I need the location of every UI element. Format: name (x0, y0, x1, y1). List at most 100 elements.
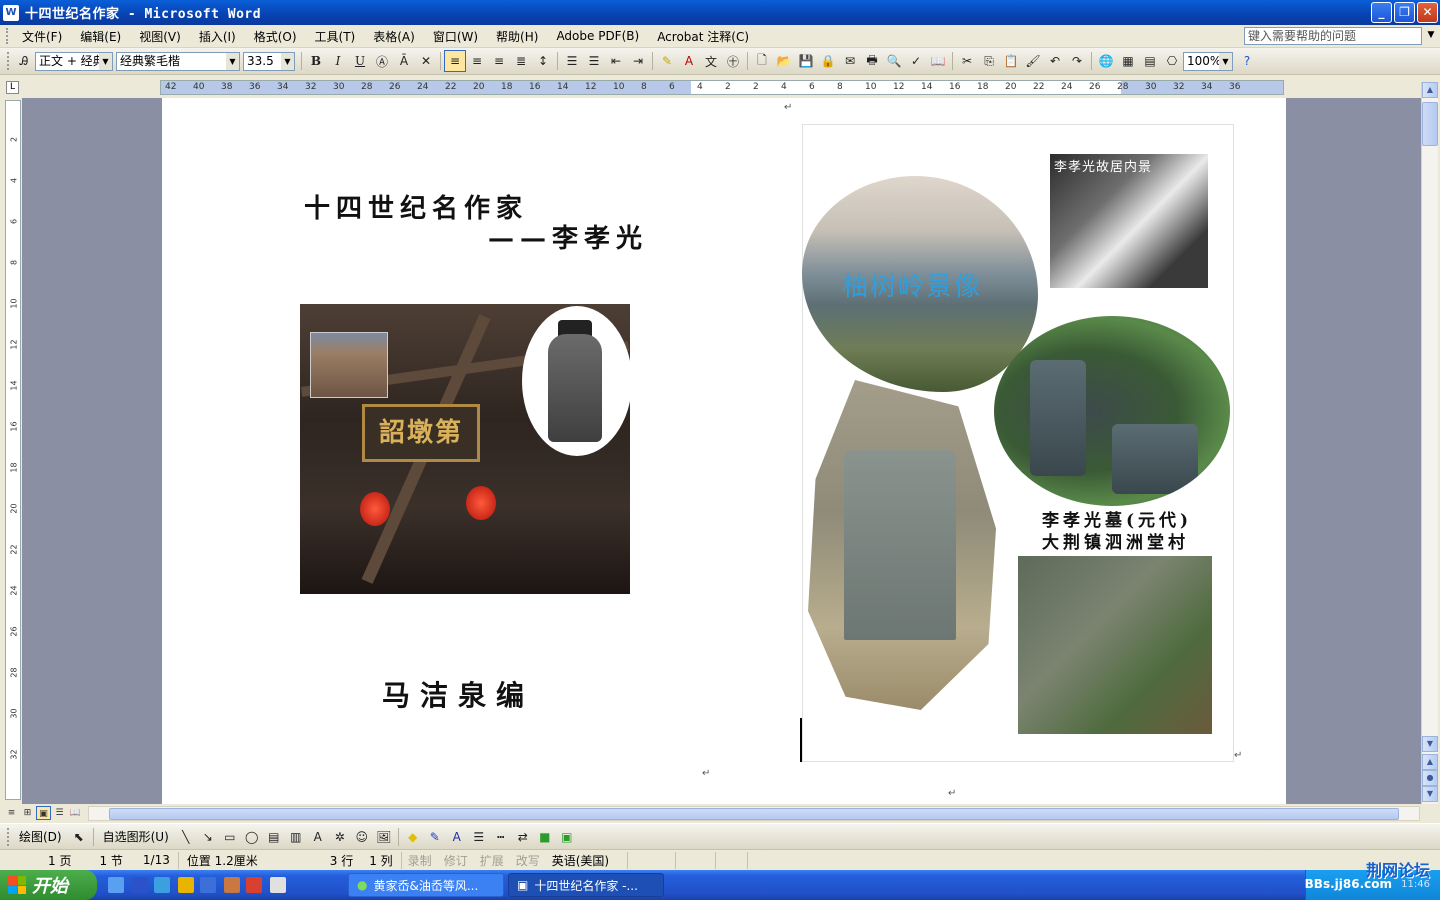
scroll-down-icon[interactable]: ▼ (1422, 736, 1438, 752)
save-icon[interactable]: 💾 (795, 50, 817, 72)
ie-icon[interactable] (154, 877, 170, 893)
maximize-button[interactable]: ❐ (1394, 2, 1415, 23)
insert-table-icon[interactable]: ▤ (1139, 50, 1161, 72)
cut-icon[interactable]: ✂ (956, 50, 978, 72)
media-icon[interactable] (178, 877, 194, 893)
help-dropdown-icon[interactable]: ▼ (1424, 27, 1438, 43)
highlight-icon[interactable]: ✎ (656, 50, 678, 72)
menu-edit[interactable]: 编辑(E) (71, 26, 130, 47)
menu-view[interactable]: 视图(V) (130, 26, 190, 47)
enclose-characters-icon[interactable]: ㊉ (722, 50, 744, 72)
tool-icon[interactable] (224, 877, 240, 893)
residence-interior-photo[interactable]: 李孝光故居内景 (1050, 154, 1208, 288)
dash-style-icon[interactable]: ┅ (490, 826, 512, 848)
tab-selector[interactable]: L (6, 81, 19, 94)
print-icon[interactable]: 🖶 (861, 50, 883, 72)
research-icon[interactable]: 📖 (927, 50, 949, 72)
browse-object-icon[interactable]: ● (1422, 770, 1438, 786)
numbering-icon[interactable]: ☰ (561, 50, 583, 72)
font-size-select[interactable]: 33.5 ▼ (243, 51, 295, 71)
select-objects-icon[interactable]: ⬉ (68, 826, 90, 848)
underline-button[interactable]: U (349, 50, 371, 72)
autoshapes-button[interactable]: 自选图形(U) (97, 828, 175, 845)
hyperlink-icon[interactable]: 🌐 (1095, 50, 1117, 72)
3d-style-icon[interactable]: ▣ (556, 826, 578, 848)
align-center-icon[interactable]: ≡ (466, 50, 488, 72)
vertical-ruler[interactable]: 2 4 6 8 10 12 14 16 18 20 22 24 26 28 30 32 (5, 100, 21, 800)
drawing-toggle-icon[interactable]: ⎔ (1161, 50, 1183, 72)
reading-layout-icon[interactable]: 📖 (68, 806, 83, 820)
menu-file[interactable]: 文件(F) (13, 26, 71, 47)
text-box-icon[interactable]: ▤ (263, 826, 285, 848)
font-select[interactable]: 经典繁毛楷 ▼ (116, 51, 240, 71)
align-right-icon[interactable]: ≡ (488, 50, 510, 72)
italic-button[interactable]: I (327, 50, 349, 72)
rectangle-icon[interactable]: ▭ (219, 826, 241, 848)
status-record[interactable]: 录制 (402, 852, 438, 869)
menu-insert[interactable]: 插入(I) (190, 26, 245, 47)
phonetic-guide-icon[interactable]: 文 (700, 50, 722, 72)
start-button[interactable]: 开始 (0, 870, 97, 900)
menu-acrobat-comments[interactable]: Acrobat 注释(C) (648, 26, 758, 47)
menu-tools[interactable]: 工具(T) (306, 26, 365, 47)
word-quicklaunch-icon[interactable] (270, 877, 286, 893)
help-search-input[interactable]: 键入需要帮助的问题 (1244, 27, 1422, 45)
format-painter-icon[interactable]: 🖌 (1022, 50, 1044, 72)
justify-icon[interactable]: ≣ (510, 50, 532, 72)
vertical-text-box-icon[interactable]: ▥ (285, 826, 307, 848)
menu-grip[interactable] (6, 28, 9, 44)
print-layout-icon[interactable]: ▣ (36, 806, 51, 820)
bullets-icon[interactable]: ☰ (583, 50, 605, 72)
shadow-style-icon[interactable]: ■ (534, 826, 556, 848)
next-page-icon[interactable]: ▼ (1422, 786, 1438, 802)
copy-icon[interactable]: ⎘ (978, 50, 1000, 72)
arrow-style-icon[interactable]: ⇄ (512, 826, 534, 848)
previous-page-icon[interactable]: ▲ (1422, 754, 1438, 770)
styles-pane-icon[interactable]: Ꭿ (13, 50, 35, 72)
document-page[interactable]: ↵ 十四世纪名作家 ——李孝光 詔墩第 马洁泉编 ↵ 柚树岭景像 李孝光故居内景 (162, 98, 1286, 804)
style-select[interactable]: 正文 + 经典 ▼ (35, 51, 113, 71)
permission-icon[interactable]: 🔒 (817, 50, 839, 72)
line-spacing-icon[interactable]: ↕ (532, 50, 554, 72)
fill-color-icon[interactable]: ◆ (402, 826, 424, 848)
bold-button[interactable]: B (305, 50, 327, 72)
word-app-icon[interactable]: W (3, 4, 19, 21)
menu-window[interactable]: 窗口(W) (424, 26, 487, 47)
font-color-icon[interactable]: A (678, 50, 700, 72)
image-app-icon[interactable] (246, 877, 262, 893)
minimize-button[interactable]: _ (1371, 2, 1392, 23)
status-overtype[interactable]: 改写 (510, 852, 546, 869)
taskbar-item-word[interactable]: ▣ 十四世纪名作家 -... (508, 873, 664, 897)
wordart-icon[interactable]: A (307, 826, 329, 848)
menu-table[interactable]: 表格(A) (364, 26, 424, 47)
horizontal-ruler[interactable]: 42 40 38 36 34 32 30 28 26 24 22 20 18 16 14 12 10 8 6 4 2 2 4… (160, 80, 1284, 95)
align-left-icon[interactable]: ≡ (444, 50, 466, 72)
explorer-icon[interactable] (200, 877, 216, 893)
tables-borders-icon[interactable]: ▦ (1117, 50, 1139, 72)
menu-adobe-pdf[interactable]: Adobe PDF(B) (547, 27, 648, 45)
arrow-icon[interactable]: ↘ (197, 826, 219, 848)
picture-icon[interactable]: 🖼 (373, 826, 395, 848)
menu-format[interactable]: 格式(O) (245, 26, 306, 47)
character-scaling-icon[interactable]: ✕ (415, 50, 437, 72)
draw-menu-button[interactable]: 绘图(D) (13, 828, 68, 845)
menu-help[interactable]: 帮助(H) (487, 26, 547, 47)
clip-art-icon[interactable]: ☺ (351, 826, 373, 848)
draw-font-color-icon[interactable]: A (446, 826, 468, 848)
vertical-scrollbar[interactable]: ▲ ▼ ▲ ● ▼ (1421, 82, 1438, 804)
new-document-icon[interactable]: 🗋 (751, 50, 773, 72)
increase-indent-icon[interactable]: ⇥ (627, 50, 649, 72)
browser-icon[interactable] (132, 877, 148, 893)
vertical-scroll-thumb[interactable] (1422, 102, 1438, 146)
spelling-icon[interactable]: ✓ (905, 50, 927, 72)
tomb-photo[interactable] (994, 316, 1230, 506)
line-icon[interactable]: ╲ (175, 826, 197, 848)
open-icon[interactable]: 📂 (773, 50, 795, 72)
diagram-icon[interactable]: ✲ (329, 826, 351, 848)
toolbar-grip[interactable] (7, 52, 10, 70)
normal-view-icon[interactable]: ≡ (4, 806, 19, 820)
status-track-changes[interactable]: 修订 (438, 852, 474, 869)
horizontal-scroll-thumb[interactable] (109, 808, 1399, 820)
taskbar-item-browser[interactable]: ● 黄家岙&油岙等风... (348, 873, 504, 897)
show-desktop-icon[interactable] (108, 877, 124, 893)
